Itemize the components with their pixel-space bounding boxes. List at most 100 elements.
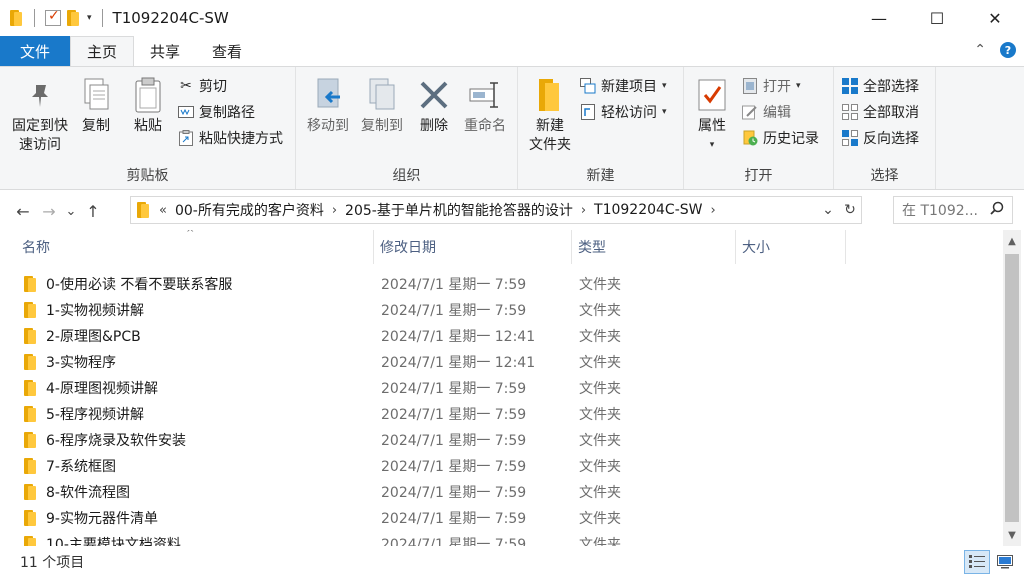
search-icon[interactable] — [990, 201, 1004, 219]
up-button[interactable]: ↑ — [80, 202, 106, 221]
column-header-name[interactable]: 名称 — [16, 230, 374, 264]
folder-icon[interactable] — [10, 10, 24, 26]
file-name: 9-实物元器件清单 — [46, 511, 158, 527]
list-item[interactable]: 0-使用必读 不看不要联系客服 2024/7/1 星期一 7:59 文件夹 — [0, 271, 1002, 297]
column-headers: ^ 名称 修改日期 类型 大小 — [0, 230, 1002, 264]
copy-to-label: 复制到 — [361, 118, 403, 134]
select-none-button[interactable]: 全部取消 — [842, 101, 919, 123]
copy-to-button[interactable]: 复制到 — [356, 75, 408, 136]
file-type: 文件夹 — [579, 303, 621, 319]
list-item[interactable]: 6-程序烧录及软件安装 2024/7/1 星期一 7:59 文件夹 — [0, 427, 1002, 453]
tab-view[interactable]: 查看 — [196, 36, 258, 66]
address-dropdown-icon[interactable]: ⌄ — [817, 202, 839, 218]
breadcrumb-overflow[interactable]: « — [159, 203, 167, 218]
paste-button[interactable]: 粘贴 — [124, 75, 172, 136]
breadcrumb-item[interactable]: 205-基于单片机的智能抢答器的设计 — [345, 200, 573, 220]
pin-icon — [23, 75, 57, 115]
properties-icon[interactable] — [45, 8, 61, 26]
ribbon-tabs: 文件 主页 共享 查看 ⌃ ? — [0, 36, 1024, 66]
list-item[interactable]: 5-程序视频讲解 2024/7/1 星期一 7:59 文件夹 — [0, 401, 1002, 427]
paste-label: 粘贴 — [134, 118, 162, 134]
address-bar[interactable]: « 00-所有完成的客户资料 › 205-基于单片机的智能抢答器的设计 › T1… — [130, 196, 862, 224]
breadcrumb-item[interactable]: 00-所有完成的客户资料 — [175, 200, 324, 220]
search-placeholder: 在 T1092... — [902, 203, 978, 219]
list-item[interactable]: 2-原理图&PCB 2024/7/1 星期一 12:41 文件夹 — [0, 323, 1002, 349]
invert-selection-button[interactable]: 反向选择 — [842, 127, 919, 149]
move-to-button[interactable]: 移动到 — [302, 75, 354, 136]
list-item[interactable]: 9-实物元器件清单 2024/7/1 星期一 7:59 文件夹 — [0, 505, 1002, 531]
collapse-ribbon-icon[interactable]: ⌃ — [974, 42, 986, 58]
search-box[interactable]: 在 T1092... — [893, 196, 1013, 224]
chevron-right-icon[interactable]: › — [332, 203, 337, 218]
help-icon[interactable]: ? — [1000, 42, 1016, 58]
list-item[interactable]: 4-原理图视频讲解 2024/7/1 星期一 7:59 文件夹 — [0, 375, 1002, 401]
recent-locations-button[interactable]: ⌄ — [62, 204, 80, 219]
file-date: 2024/7/1 星期一 7:59 — [381, 407, 527, 423]
delete-button[interactable]: 删除 — [414, 75, 454, 136]
file-date: 2024/7/1 星期一 7:59 — [381, 485, 527, 501]
history-button[interactable]: 历史记录 — [742, 127, 819, 149]
vertical-scrollbar[interactable]: ▲ ▼ — [1003, 230, 1021, 546]
tab-home[interactable]: 主页 — [70, 36, 135, 66]
scrollbar-thumb[interactable] — [1005, 254, 1019, 522]
easy-access-button[interactable]: 轻松访问 ▾ — [580, 101, 667, 123]
back-button[interactable]: ← — [10, 202, 36, 221]
file-name: 6-程序烧录及软件安装 — [46, 433, 186, 449]
open-button[interactable]: 打开 ▾ — [742, 75, 801, 97]
new-item-button[interactable]: 新建项目 ▾ — [580, 75, 667, 97]
folder-icon — [24, 536, 38, 546]
edit-button[interactable]: 编辑 — [742, 101, 791, 123]
open-label: 打开 — [763, 79, 791, 95]
pin-to-quick-access-button[interactable]: 固定到快 速访问 — [8, 75, 72, 155]
tab-file[interactable]: 文件 — [0, 36, 70, 66]
scissors-icon: ✂ — [180, 78, 192, 94]
minimize-button[interactable]: — — [850, 0, 908, 36]
rename-button[interactable]: 重命名 — [458, 75, 512, 136]
separator — [101, 9, 103, 27]
scroll-up-icon[interactable]: ▲ — [1003, 232, 1021, 250]
tab-share[interactable]: 共享 — [134, 36, 196, 66]
ribbon-right-controls: ⌃ ? — [974, 42, 1016, 58]
column-header-type[interactable]: 类型 — [572, 230, 736, 264]
details-view-icon[interactable] — [964, 550, 990, 574]
file-type: 文件夹 — [579, 459, 621, 475]
column-header-date[interactable]: 修改日期 — [374, 230, 572, 264]
list-item[interactable]: 10-主要模块文档资料 2024/7/1 星期一 7:59 文件夹 — [0, 531, 1002, 546]
file-type: 文件夹 — [579, 277, 621, 293]
title-bar: ▾ T1092204C-SW — ☐ ✕ — [0, 0, 1024, 36]
scroll-down-icon[interactable]: ▼ — [1003, 526, 1021, 544]
list-item[interactable]: 7-系统框图 2024/7/1 星期一 7:59 文件夹 — [0, 453, 1002, 479]
close-button[interactable]: ✕ — [966, 0, 1024, 36]
ribbon: 固定到快 速访问 复制 粘贴 ✂ 剪切 复制路径 粘贴快捷方式 剪贴板 移动到 … — [0, 66, 1024, 190]
breadcrumb-item[interactable]: T1092204C-SW — [594, 202, 702, 218]
properties-check-icon — [695, 75, 729, 115]
large-icons-view-icon[interactable] — [992, 550, 1018, 574]
properties-button[interactable]: 属性 ▾ — [692, 75, 732, 155]
copy-path-button[interactable]: 复制路径 — [178, 101, 255, 123]
file-type: 文件夹 — [579, 485, 621, 501]
edit-icon — [742, 104, 758, 120]
new-folder-icon[interactable] — [67, 10, 81, 26]
customize-dropdown-icon[interactable]: ▾ — [87, 13, 92, 23]
list-item[interactable]: 1-实物视频讲解 2024/7/1 星期一 7:59 文件夹 — [0, 297, 1002, 323]
select-all-button[interactable]: 全部选择 — [842, 75, 919, 97]
forward-button[interactable]: → — [36, 202, 62, 221]
column-size-label: 大小 — [742, 240, 770, 256]
copy-button[interactable]: 复制 — [76, 75, 116, 136]
folder-icon — [24, 276, 38, 292]
chevron-right-icon[interactable]: › — [581, 203, 586, 218]
file-type: 文件夹 — [579, 537, 621, 546]
maximize-button[interactable]: ☐ — [908, 0, 966, 36]
cut-button[interactable]: ✂ 剪切 — [178, 75, 227, 97]
list-item[interactable]: 3-实物程序 2024/7/1 星期一 12:41 文件夹 — [0, 349, 1002, 375]
folder-icon — [24, 510, 38, 526]
list-item[interactable]: 8-软件流程图 2024/7/1 星期一 7:59 文件夹 — [0, 479, 1002, 505]
status-bar: 11 个项目 — [0, 548, 1024, 576]
paste-shortcut-button[interactable]: 粘贴快捷方式 — [178, 127, 283, 149]
column-header-size[interactable]: 大小 — [736, 230, 846, 264]
refresh-icon[interactable]: ↻ — [839, 202, 861, 218]
new-folder-button[interactable]: 新建 文件夹 — [524, 75, 576, 155]
chevron-right-icon[interactable]: › — [711, 203, 716, 218]
new-folder-label-line2: 文件夹 — [529, 137, 571, 153]
folder-icon — [137, 202, 151, 218]
